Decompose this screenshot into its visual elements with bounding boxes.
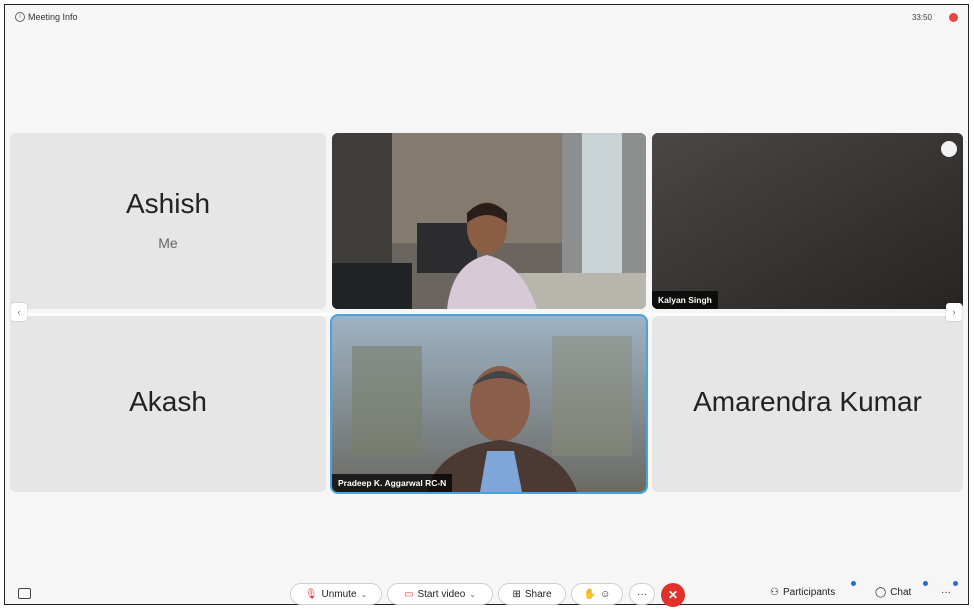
participants-icon: ⚇: [770, 587, 779, 598]
participant-name: Ashish: [125, 188, 211, 219]
mic-muted-icon: 🎙: [304, 588, 318, 600]
share-label: Share: [524, 588, 552, 600]
next-page-arrow[interactable]: ›: [946, 303, 962, 321]
participant-name: Amarendra Kumar: [693, 386, 922, 417]
participants-label: Participants: [782, 587, 836, 598]
prev-page-arrow[interactable]: ‹: [11, 303, 27, 321]
share-button[interactable]: ⊞ Share: [498, 583, 566, 605]
chevron-down-icon: ⌄: [469, 589, 476, 599]
overflow-menu-button[interactable]: ···: [941, 587, 951, 598]
control-bar: 🎙 Unmute ⌄ ▭ Start video ⌄ ⊞ Share ✋ ☺ ·…: [5, 577, 968, 607]
notification-dot: [923, 581, 928, 586]
participant-name: Akash: [129, 386, 207, 417]
notification-dot: [851, 581, 856, 586]
video-feed: [332, 133, 646, 309]
chat-label: Chat: [890, 587, 912, 598]
video-feed: [332, 316, 646, 492]
share-icon: ⊞: [512, 588, 521, 600]
meeting-timer: 33:50: [911, 13, 932, 22]
captions-icon[interactable]: [18, 588, 31, 599]
tile-video-woman[interactable]: [332, 133, 646, 309]
reactions-group[interactable]: ✋ ☺: [571, 583, 623, 605]
meeting-info-button[interactable]: i Meeting Info: [15, 12, 78, 22]
reactions-icon[interactable]: ☺: [600, 589, 610, 600]
tile-video-pradeep[interactable]: Pradeep K. Aggarwal RC-N: [330, 314, 648, 494]
tile-amarendra[interactable]: Amarendra Kumar: [652, 316, 963, 492]
meeting-info-label: Meeting Info: [28, 12, 78, 22]
participant-self-label: Me: [158, 235, 178, 251]
meeting-window: i Meeting Info 33:50 Ashish Me Kalyan Si…: [4, 4, 969, 607]
more-label: ···: [637, 588, 647, 600]
more-options-icon[interactable]: [941, 141, 957, 157]
top-bar: i Meeting Info 33:50: [5, 5, 968, 29]
chat-icon: ◯: [875, 587, 887, 598]
video-off-icon: ▭: [404, 588, 414, 600]
unmute-label: Unmute: [321, 588, 357, 600]
participant-name-label: Pradeep K. Aggarwal RC-N: [332, 474, 453, 492]
participants-button[interactable]: ⚇ Participants: [770, 587, 835, 598]
participant-name-label: Kalyan Singh: [652, 291, 718, 309]
notification-dot: [953, 581, 958, 586]
video-feed: [652, 133, 963, 309]
tile-ashish[interactable]: Ashish Me: [10, 133, 326, 309]
recording-indicator: [949, 13, 958, 22]
more-options-button[interactable]: ···: [629, 583, 655, 605]
tile-akash[interactable]: Akash: [10, 316, 326, 492]
start-video-button[interactable]: ▭ Start video ⌄: [387, 583, 493, 605]
chevron-down-icon: ⌄: [360, 589, 368, 599]
overflow-label: ···: [941, 587, 951, 598]
start-video-label: Start video: [417, 588, 466, 600]
chat-button[interactable]: ◯ Chat: [875, 587, 911, 598]
info-icon: i: [15, 12, 25, 22]
tile-kalyan[interactable]: Kalyan Singh: [652, 133, 963, 309]
leave-meeting-button[interactable]: ✕: [661, 583, 685, 607]
unmute-button[interactable]: 🎙 Unmute ⌄: [290, 583, 382, 605]
raise-hand-icon[interactable]: ✋: [584, 589, 596, 600]
